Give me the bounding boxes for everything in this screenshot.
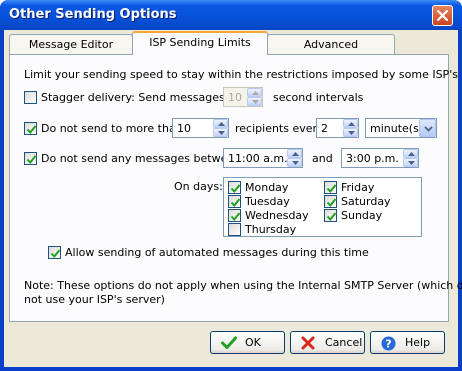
- time-window-label: Do not send any messages between: [41, 152, 242, 165]
- checkmark-icon: [26, 155, 37, 165]
- spin-up-button[interactable]: [343, 119, 358, 128]
- tab-panel-isp-limits: Limit your sending speed to stay within …: [9, 54, 462, 322]
- arrow-down-icon: [348, 131, 355, 135]
- arrow-down-icon: [408, 161, 415, 165]
- stagger-interval-value: 10: [228, 91, 242, 104]
- intro-text: Limit your sending speed to stay within …: [24, 68, 458, 81]
- start-time-spinner[interactable]: 11:00 a.m.: [223, 148, 303, 168]
- ok-button[interactable]: OK: [210, 331, 285, 354]
- stagger-delivery-checkbox[interactable]: [24, 91, 37, 104]
- cancel-button[interactable]: Cancel: [290, 331, 365, 354]
- stagger-suffix-label: second intervals: [273, 91, 364, 104]
- interval-unit-value: minute(s): [370, 122, 424, 135]
- spin-up-button[interactable]: [287, 149, 302, 158]
- recipients-every-label: recipients every: [235, 122, 324, 135]
- close-button[interactable]: [432, 5, 453, 26]
- limit-recipients-checkbox[interactable]: [24, 122, 37, 135]
- spin-down-button[interactable]: [213, 128, 228, 137]
- day-monday-checkbox[interactable]: [228, 181, 241, 194]
- dialog-body: Message Editor ISP Sending Limits Advanc…: [4, 30, 462, 367]
- checkmark-icon: [230, 184, 241, 194]
- day-saturday-checkbox[interactable]: [324, 195, 337, 208]
- spin-up-button[interactable]: [213, 119, 228, 128]
- spin-down-button[interactable]: [247, 97, 262, 106]
- dialog-window: Other Sending Options Message Editor ISP…: [0, 0, 462, 371]
- day-friday-checkbox[interactable]: [324, 181, 337, 194]
- help-button[interactable]: ? Help: [370, 331, 445, 354]
- spin-down-button[interactable]: [287, 158, 302, 167]
- day-wednesday-checkbox[interactable]: [228, 209, 241, 222]
- and-label: and: [312, 152, 333, 165]
- end-time-spinner[interactable]: 3:00 p.m.: [341, 148, 419, 168]
- interval-count-spinner[interactable]: 2: [316, 118, 359, 138]
- recipient-count-value: 10: [177, 122, 191, 135]
- arrow-down-icon: [252, 100, 259, 104]
- arrow-up-icon: [252, 91, 259, 95]
- checkmark-icon: [221, 336, 237, 349]
- time-window-checkbox[interactable]: [24, 152, 37, 165]
- recipient-count-spinner[interactable]: 10: [172, 118, 229, 138]
- tab-label: ISP Sending Limits: [149, 36, 251, 49]
- close-icon: [437, 10, 448, 21]
- arrow-up-icon: [348, 122, 355, 126]
- days-checklist: Monday Tuesday Wednesday Thursday Friday: [223, 177, 422, 237]
- stagger-interval-spinner[interactable]: 10: [223, 87, 263, 107]
- arrow-up-icon: [292, 152, 299, 156]
- tab-label: Message Editor: [28, 38, 114, 51]
- arrow-down-icon: [292, 161, 299, 165]
- day-thursday-label: Thursday: [245, 223, 297, 236]
- start-time-value: 11:00 a.m.: [228, 152, 288, 165]
- window-title: Other Sending Options: [9, 7, 177, 22]
- limit-recipients-label: Do not send to more than: [41, 122, 183, 135]
- day-thursday-checkbox[interactable]: [228, 223, 241, 236]
- cancel-label: Cancel: [325, 336, 363, 349]
- help-icon: ?: [381, 336, 396, 351]
- interval-unit-select[interactable]: minute(s): [365, 118, 437, 138]
- svg-text:?: ?: [385, 338, 391, 351]
- checkmark-icon: [50, 249, 61, 259]
- cancel-x-icon: [301, 336, 315, 350]
- arrow-down-icon: [218, 131, 225, 135]
- day-saturday-label: Saturday: [341, 195, 391, 208]
- day-tuesday-label: Tuesday: [245, 195, 290, 208]
- checkmark-icon: [26, 125, 37, 135]
- spin-up-button[interactable]: [247, 88, 262, 97]
- spin-down-button[interactable]: [343, 128, 358, 137]
- help-label: Help: [405, 336, 431, 349]
- arrow-up-icon: [408, 152, 415, 156]
- tab-message-editor[interactable]: Message Editor: [9, 34, 133, 55]
- tab-isp-sending-limits[interactable]: ISP Sending Limits: [132, 31, 268, 55]
- checkmark-icon: [326, 198, 337, 208]
- stagger-delivery-label: Stagger delivery: Send messages at: [41, 91, 240, 104]
- tab-advanced[interactable]: Advanced: [267, 34, 395, 55]
- day-wednesday-label: Wednesday: [245, 209, 309, 222]
- day-sunday-label: Sunday: [341, 209, 383, 222]
- checkmark-icon: [230, 212, 241, 222]
- on-days-label: On days:: [174, 180, 223, 193]
- day-tuesday-checkbox[interactable]: [228, 195, 241, 208]
- day-sunday-checkbox[interactable]: [324, 209, 337, 222]
- allow-automated-checkbox[interactable]: [48, 246, 61, 259]
- day-monday-label: Monday: [245, 181, 289, 194]
- spin-up-button[interactable]: [403, 149, 418, 158]
- allow-automated-label: Allow sending of automated messages duri…: [65, 246, 369, 259]
- note-text-line1: Note: These options do not apply when us…: [24, 279, 462, 292]
- day-friday-label: Friday: [341, 181, 375, 194]
- ok-label: OK: [245, 336, 261, 349]
- tab-label: Advanced: [303, 38, 359, 51]
- note-text-line2: not use your ISP's server): [24, 293, 165, 306]
- chevron-down-icon: [424, 126, 433, 132]
- checkmark-icon: [326, 184, 337, 194]
- spin-down-button[interactable]: [403, 158, 418, 167]
- title-bar[interactable]: Other Sending Options: [0, 0, 462, 30]
- checkmark-icon: [326, 212, 337, 222]
- checkmark-icon: [230, 198, 241, 208]
- dropdown-button[interactable]: [419, 119, 436, 137]
- interval-count-value: 2: [321, 122, 328, 135]
- end-time-value: 3:00 p.m.: [346, 152, 399, 165]
- arrow-up-icon: [218, 122, 225, 126]
